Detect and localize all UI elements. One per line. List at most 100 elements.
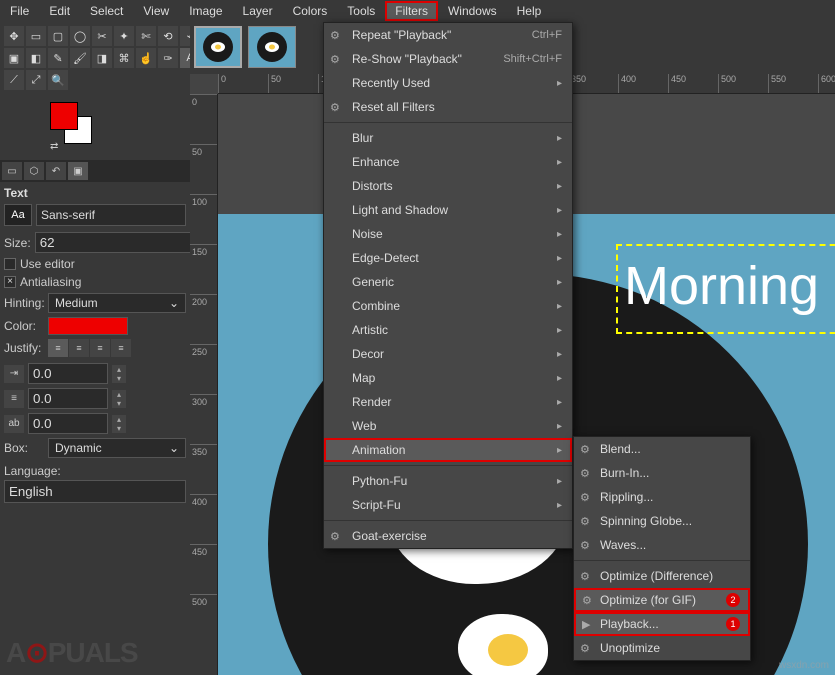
menu-goat[interactable]: ⚙Goat-exercise xyxy=(324,524,572,548)
menu-animation[interactable]: Animation▸ xyxy=(324,438,572,462)
submenu-blend[interactable]: ⚙Blend... xyxy=(574,437,750,461)
menu-filters[interactable]: Filters xyxy=(385,1,438,21)
chevron-right-icon: ▸ xyxy=(557,421,562,432)
line-spacing-input[interactable] xyxy=(28,388,108,409)
menu-help[interactable]: Help xyxy=(507,1,552,21)
menu-file[interactable]: File xyxy=(0,1,39,21)
tool-move[interactable]: ✥ xyxy=(4,26,24,46)
menu-repeat[interactable]: ⚙Repeat "Playback"Ctrl+F xyxy=(324,23,572,47)
gear-icon: ⚙ xyxy=(580,642,590,655)
menu-map[interactable]: Map▸ xyxy=(324,366,572,390)
font-preview-icon[interactable]: Aa xyxy=(4,204,32,226)
language-input[interactable] xyxy=(4,480,186,503)
tool-eraser[interactable]: ◨ xyxy=(92,48,112,68)
tab-device[interactable]: ⬡ xyxy=(24,162,44,180)
tool-path[interactable]: ✑ xyxy=(158,48,178,68)
tool-crop[interactable]: ✄ xyxy=(136,26,156,46)
justify-center-button[interactable]: ≡ xyxy=(90,339,110,357)
menu-select[interactable]: Select xyxy=(80,1,133,21)
letter-spinner[interactable]: ▴▾ xyxy=(112,415,126,433)
menu-blur[interactable]: Blur▸ xyxy=(324,126,572,150)
toolbox-panel: ✥ ▭ ▢ ◯ ✂ ✦ ✄ ⟲ ⌁ ▣ ◧ ✎ 🖌 ◨ ⌘ ☝ ✑ A ⟋ ⤢ … xyxy=(0,22,190,675)
use-editor-checkbox[interactable] xyxy=(4,258,16,270)
menu-colors[interactable]: Colors xyxy=(283,1,338,21)
line-spinner[interactable]: ▴▾ xyxy=(112,390,126,408)
submenu-optimize-diff[interactable]: ⚙Optimize (Difference) xyxy=(574,564,750,588)
menu-view[interactable]: View xyxy=(133,1,179,21)
menu-decor[interactable]: Decor▸ xyxy=(324,342,572,366)
menu-edge-detect[interactable]: Edge-Detect▸ xyxy=(324,246,572,270)
gear-icon: ⚙ xyxy=(330,53,340,66)
tool-transform[interactable]: ⟲ xyxy=(158,26,178,46)
menu-layer[interactable]: Layer xyxy=(233,1,283,21)
menu-distorts[interactable]: Distorts▸ xyxy=(324,174,572,198)
tool-bucket[interactable]: ▣ xyxy=(4,48,24,68)
font-name-input[interactable]: Sans-serif xyxy=(36,204,186,226)
text-layer-selection[interactable]: Morning xyxy=(616,244,835,334)
tool-smudge[interactable]: ☝ xyxy=(136,48,156,68)
menu-image[interactable]: Image xyxy=(179,1,232,21)
menu-script-fu[interactable]: Script-Fu▸ xyxy=(324,493,572,517)
tool-clone[interactable]: ⌘ xyxy=(114,48,134,68)
tab-tool-options[interactable]: ▭ xyxy=(2,162,22,180)
justify-right-button[interactable]: ≡ xyxy=(69,339,89,357)
tool-pencil[interactable]: ✎ xyxy=(48,48,68,68)
tool-picker[interactable]: ⟋ xyxy=(4,70,24,90)
box-select[interactable]: Dynamic⌄ xyxy=(48,438,186,458)
tool-brush[interactable]: 🖌 xyxy=(70,48,90,68)
indent-input[interactable] xyxy=(28,363,108,384)
submenu-rippling[interactable]: ⚙Rippling... xyxy=(574,485,750,509)
justify-left-button[interactable]: ≡ xyxy=(48,339,68,357)
menu-render[interactable]: Render▸ xyxy=(324,390,572,414)
menu-reset-filters[interactable]: ⚙Reset all Filters xyxy=(324,95,572,119)
tool-align[interactable]: ▭ xyxy=(26,26,46,46)
submenu-optimize-gif[interactable]: ⚙Optimize (for GIF)2 xyxy=(574,588,750,612)
indent-spinner[interactable]: ▴▾ xyxy=(112,365,126,383)
menu-tools[interactable]: Tools xyxy=(337,1,385,21)
menu-edit[interactable]: Edit xyxy=(39,1,80,21)
menu-light-shadow[interactable]: Light and Shadow▸ xyxy=(324,198,572,222)
menu-reshow[interactable]: ⚙Re-Show "Playback"Shift+Ctrl+F xyxy=(324,47,572,71)
use-editor-label: Use editor xyxy=(20,257,75,271)
submenu-unoptimize[interactable]: ⚙Unoptimize xyxy=(574,636,750,660)
submenu-spinning-globe[interactable]: ⚙Spinning Globe... xyxy=(574,509,750,533)
antialiasing-checkbox[interactable] xyxy=(4,276,16,288)
tool-gradient[interactable]: ◧ xyxy=(26,48,46,68)
swap-colors-icon[interactable]: ⇄ xyxy=(50,141,58,152)
image-tab-1[interactable] xyxy=(194,26,242,68)
menu-artistic[interactable]: Artistic▸ xyxy=(324,318,572,342)
menu-windows[interactable]: Windows xyxy=(438,1,507,21)
submenu-waves[interactable]: ⚙Waves... xyxy=(574,533,750,557)
tab-images[interactable]: ▣ xyxy=(68,162,88,180)
hinting-select[interactable]: Medium⌄ xyxy=(48,293,186,313)
tool-rect-select[interactable]: ▢ xyxy=(48,26,68,46)
tool-fuzzy-select[interactable]: ✦ xyxy=(114,26,134,46)
letter-spacing-input[interactable] xyxy=(28,413,108,434)
tool-free-select[interactable]: ✂ xyxy=(92,26,112,46)
gear-icon: ⚙ xyxy=(582,594,592,607)
tab-undo[interactable]: ↶ xyxy=(46,162,66,180)
text-color-button[interactable] xyxy=(48,317,128,335)
menu-enhance[interactable]: Enhance▸ xyxy=(324,150,572,174)
source-watermark: wsxdn.com xyxy=(779,660,829,671)
animation-submenu: ⚙Blend... ⚙Burn-In... ⚙Rippling... ⚙Spin… xyxy=(573,436,751,661)
image-tab-2[interactable] xyxy=(248,26,296,68)
filters-menu: ⚙Repeat "Playback"Ctrl+F ⚙Re-Show "Playb… xyxy=(323,22,573,549)
menu-web[interactable]: Web▸ xyxy=(324,414,572,438)
tool-measure[interactable]: ⤢ xyxy=(26,70,46,90)
submenu-burnin[interactable]: ⚙Burn-In... xyxy=(574,461,750,485)
box-label: Box: xyxy=(4,441,44,455)
gear-icon: ⚙ xyxy=(580,443,590,456)
tool-zoom[interactable]: 🔍 xyxy=(48,70,68,90)
gear-icon: ⚙ xyxy=(330,101,340,114)
menu-generic[interactable]: Generic▸ xyxy=(324,270,572,294)
submenu-playback[interactable]: ▶Playback...1 xyxy=(574,612,750,636)
justify-fill-button[interactable]: ≡ xyxy=(111,339,131,357)
menu-noise[interactable]: Noise▸ xyxy=(324,222,572,246)
menu-recent[interactable]: Recently Used▸ xyxy=(324,71,572,95)
fg-color-swatch[interactable] xyxy=(50,102,78,130)
menu-combine[interactable]: Combine▸ xyxy=(324,294,572,318)
gear-icon: ⚙ xyxy=(580,515,590,528)
menu-python-fu[interactable]: Python-Fu▸ xyxy=(324,469,572,493)
tool-ellipse-select[interactable]: ◯ xyxy=(70,26,90,46)
